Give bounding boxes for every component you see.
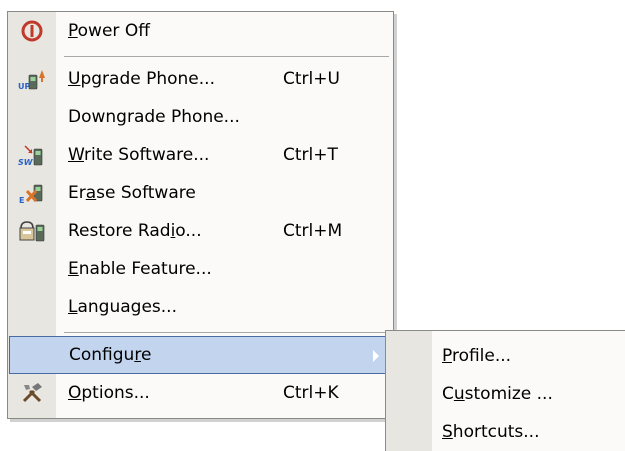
menu-item-label: Languages... [68,297,177,317]
menu-item-shortcut: Ctrl+T [283,145,338,165]
menu-item-label: Downgrade Phone... [68,107,240,127]
menu-item-label: Write Software... [68,145,210,165]
svg-text:SW: SW [18,158,34,167]
write-software-icon: SW [18,143,46,167]
menu-item-shortcut: Ctrl+M [283,221,343,241]
configure-submenu: Profile... Customize ... Shortcuts... [385,330,625,451]
menu-item-label: Configure [69,345,152,365]
menu-item-languages[interactable]: Languages... [8,288,393,326]
svg-text:E: E [19,196,24,205]
menu-separator [64,56,389,57]
submenu-arrow-icon [373,350,379,362]
menu-item-shortcut: Ctrl+U [283,69,340,89]
submenu-item-customize[interactable]: Customize ... [386,375,625,413]
menu-item-enable-feature[interactable]: Enable Feature... [8,250,393,288]
restore-radio-icon [18,219,46,243]
menu-item-options[interactable]: Options... Ctrl+K [8,374,393,412]
svg-text:UP: UP [18,82,30,91]
menu-item-shortcut: Ctrl+K [283,383,339,403]
menu-item-label: Upgrade Phone... [68,69,215,89]
menu-item-write-software[interactable]: SW Write Software... Ctrl+T [8,136,393,174]
submenu-item-label: Customize ... [442,384,553,404]
menu-item-label: Restore Radio... [68,221,202,241]
erase-software-icon: E [18,181,46,205]
menu-separator [64,332,389,333]
menu-item-label: Enable Feature... [68,259,212,279]
menu-item-configure[interactable]: Configure [9,336,392,374]
menu-item-label: Options... [68,383,150,403]
submenu-item-shortcuts[interactable]: Shortcuts... [386,413,625,451]
upgrade-phone-icon: UP [18,67,46,91]
menu-item-erase-software[interactable]: E Erase Software [8,174,393,212]
menu-item-downgrade-phone[interactable]: Downgrade Phone... [8,98,393,136]
menu-item-label: Erase Software [68,183,196,203]
menu-item-upgrade-phone[interactable]: UP Upgrade Phone... Ctrl+U [8,60,393,98]
phone-menu: Power Off UP Upgrade Phone... Ctrl+U Dow… [7,11,394,419]
menu-item-label: Power Off [68,21,150,41]
submenu-item-label: Profile... [442,346,512,366]
power-icon [18,19,46,43]
tools-icon [18,381,46,405]
menu-item-power-off[interactable]: Power Off [8,12,393,50]
submenu-item-label: Shortcuts... [442,422,540,442]
submenu-item-profile[interactable]: Profile... [386,337,625,375]
menu-item-restore-radio[interactable]: Restore Radio... Ctrl+M [8,212,393,250]
